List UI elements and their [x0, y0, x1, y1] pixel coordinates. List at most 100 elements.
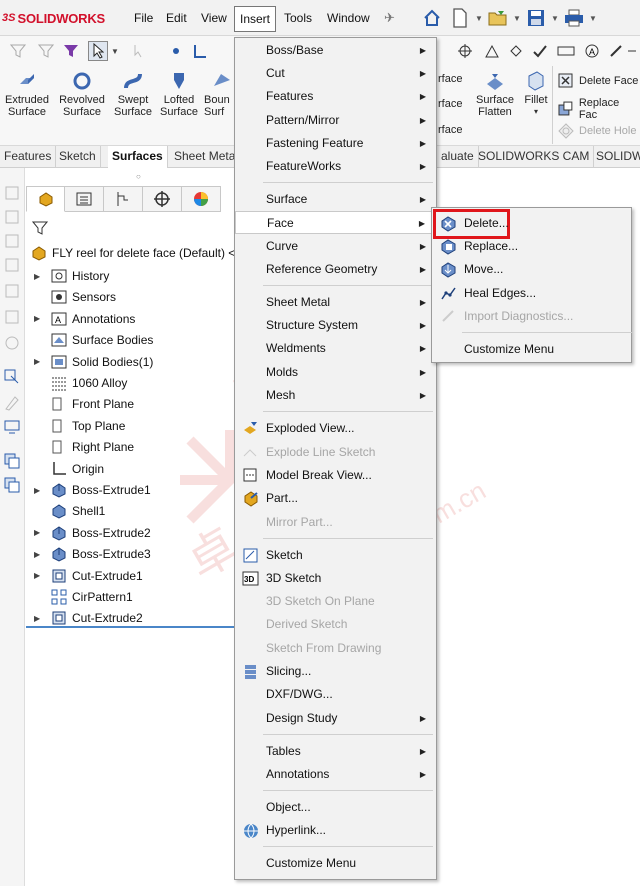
tree-item-surface-bodies[interactable]: Surface Bodies	[26, 330, 153, 350]
tree-item-boss-extrude1[interactable]: ▶ Boss-Extrude1	[26, 480, 151, 500]
chevron-down-icon[interactable]: ▼	[550, 4, 560, 32]
view-cube-icon[interactable]	[3, 334, 21, 352]
insert-menu-item-explode-line-sketch[interactable]: Explode Line Sketch	[235, 441, 436, 464]
collapse-handle-icon[interactable]: ○	[136, 172, 141, 181]
insert-menu-item-sketch[interactable]: Sketch	[235, 544, 436, 567]
monitor-icon[interactable]	[3, 418, 21, 436]
chevron-down-icon[interactable]: ▼	[588, 4, 598, 32]
insert-menu-item-derived-sketch[interactable]: Derived Sketch	[235, 613, 436, 636]
check-icon[interactable]	[530, 41, 550, 61]
extruded-surface-button[interactable]: Extruded Surface	[4, 70, 50, 118]
pin-icon[interactable]: ✈	[384, 10, 395, 26]
copy-icon[interactable]	[3, 452, 21, 470]
insert-menu-item-weldments[interactable]: Weldments ▶	[235, 337, 436, 360]
insert-menu-item-slicing[interactable]: Slicing...	[235, 660, 436, 683]
menu-insert[interactable]: Insert	[234, 6, 277, 32]
insert-menu-item-features[interactable]: Features ▶	[235, 85, 436, 108]
save-icon[interactable]	[522, 4, 550, 32]
view-cube-icon[interactable]	[3, 184, 21, 202]
filter-icon[interactable]	[36, 41, 56, 61]
insert-menu-item-pattern-mirror[interactable]: Pattern/Mirror ▶	[235, 109, 436, 132]
tree-item-1060-alloy[interactable]: 1060 Alloy	[26, 373, 127, 393]
property-manager-tab[interactable]	[65, 186, 104, 212]
tab-solidworks-more[interactable]: SOLIDW	[592, 146, 640, 168]
face-menu-item-replace[interactable]: Replace...	[432, 235, 631, 258]
chevron-down-icon[interactable]: ▼	[512, 4, 522, 32]
tree-item-top-plane[interactable]: Top Plane	[26, 416, 125, 436]
insert-menu-item-part[interactable]: Part...	[235, 487, 436, 510]
view-cube-icon[interactable]	[3, 256, 21, 274]
dimxpert-tab[interactable]	[143, 186, 182, 212]
dimension-icon[interactable]	[556, 41, 576, 61]
expand-arrow-icon[interactable]: ▶	[34, 272, 44, 281]
home-icon[interactable]	[418, 4, 446, 32]
expand-arrow-icon[interactable]: ▶	[34, 314, 44, 323]
face-menu-item-heal-edges[interactable]: Heal Edges...	[432, 282, 631, 305]
insert-menu-item-boss-base[interactable]: Boss/Base ▶	[235, 39, 436, 62]
target-icon[interactable]	[455, 41, 475, 61]
insert-menu-item-featureworks[interactable]: FeatureWorks ▶	[235, 155, 436, 178]
menu-window[interactable]: Window	[325, 9, 372, 27]
replace-face-button[interactable]: Replace Fac	[557, 97, 640, 121]
menu-view[interactable]: View	[199, 9, 229, 27]
tab-sketch[interactable]: Sketch	[55, 146, 101, 168]
delete-hole-button[interactable]: Delete Hole	[557, 122, 636, 140]
tree-item-shell1[interactable]: Shell1	[26, 501, 105, 521]
filter-toggle-icon[interactable]	[62, 41, 82, 61]
tree-item-cut-extrude1[interactable]: ▶ Cut-Extrude1	[26, 566, 143, 586]
point-icon[interactable]	[166, 41, 186, 61]
revolved-surface-button[interactable]: Revolved Surface	[58, 70, 106, 118]
insert-menu-item-cut[interactable]: Cut ▶	[235, 62, 436, 85]
tree-item-annotations[interactable]: ▶ A Annotations	[26, 309, 135, 329]
tool-icon[interactable]	[606, 41, 626, 61]
print-icon[interactable]	[560, 4, 588, 32]
face-menu-item-import-diagnostics[interactable]: Import Diagnostics...	[432, 305, 631, 328]
select-arrow-icon[interactable]	[88, 41, 108, 61]
lofted-surface-button[interactable]: Lofted Surface	[158, 70, 200, 118]
insert-menu-item-customize-menu[interactable]: Customize Menu	[235, 852, 436, 875]
face-menu-item-customize-menu[interactable]: Customize Menu	[432, 338, 631, 361]
insert-menu-item-fastening-feature[interactable]: Fastening Feature ▶	[235, 132, 436, 155]
insert-menu-item-dxf-dwg[interactable]: DXF/DWG...	[235, 683, 436, 706]
insert-menu-item-model-break-view[interactable]: Model Break View...	[235, 464, 436, 487]
insert-menu-item-object[interactable]: Object...	[235, 796, 436, 819]
paint-icon[interactable]	[506, 41, 526, 61]
view-cube-icon[interactable]	[3, 208, 21, 226]
solidworks-logo[interactable]: 3S SOLIDWORKS	[2, 10, 105, 26]
insert-menu-item-structure-system[interactable]: Structure System ▶	[235, 314, 436, 337]
display-manager-tab[interactable]	[182, 186, 221, 212]
insert-menu-item-design-study[interactable]: Design Study ▶	[235, 707, 436, 730]
tree-item-history[interactable]: ▶ History	[26, 266, 109, 286]
chevron-down-icon[interactable]: ▼	[474, 4, 484, 32]
view-cube-icon[interactable]	[3, 308, 21, 326]
tab-surfaces[interactable]: Surfaces	[108, 146, 168, 168]
tree-item-front-plane[interactable]: Front Plane	[26, 394, 134, 414]
view-cube-icon[interactable]	[3, 232, 21, 250]
fillet-button[interactable]: Fillet ▾	[520, 70, 552, 118]
open-folder-icon[interactable]	[484, 4, 512, 32]
menu-file[interactable]: File	[132, 9, 155, 27]
expand-arrow-icon[interactable]: ▶	[34, 486, 44, 495]
axis-icon[interactable]	[190, 41, 210, 61]
surface-flatten-button[interactable]: Surface Flatten	[474, 70, 516, 118]
filter-icon[interactable]	[32, 220, 48, 236]
box-select-icon[interactable]	[130, 41, 150, 61]
tree-item-sensors[interactable]: Sensors	[26, 287, 116, 307]
insert-menu-item-3d-sketch[interactable]: 3D 3D Sketch	[235, 567, 436, 590]
menu-tools[interactable]: Tools	[282, 9, 314, 27]
insert-menu-item-annotations[interactable]: Annotations ▶	[235, 763, 436, 786]
chevron-down-icon[interactable]: ▼	[110, 41, 120, 61]
insert-menu-item-exploded-view[interactable]: Exploded View...	[235, 417, 436, 440]
tree-item-cirpattern1[interactable]: CirPattern1	[26, 587, 133, 607]
insert-menu-item-hyperlink[interactable]: Hyperlink...	[235, 819, 436, 842]
tree-item-solid-bodies-1[interactable]: ▶ Solid Bodies(1)	[26, 352, 153, 372]
sketch-icon[interactable]	[482, 41, 502, 61]
insert-menu-item-molds[interactable]: Molds ▶	[235, 361, 436, 384]
face-menu-item-move[interactable]: Move...	[432, 258, 631, 281]
delete-face-button[interactable]: Delete Face	[557, 72, 638, 90]
copy-icon[interactable]	[3, 476, 21, 494]
insert-menu-item-face[interactable]: Face ▶	[235, 211, 436, 234]
expand-arrow-icon[interactable]: ▶	[34, 550, 44, 559]
annotation-icon[interactable]: A	[582, 41, 602, 61]
insert-menu-item-sketch-from-drawing[interactable]: Sketch From Drawing	[235, 637, 436, 660]
